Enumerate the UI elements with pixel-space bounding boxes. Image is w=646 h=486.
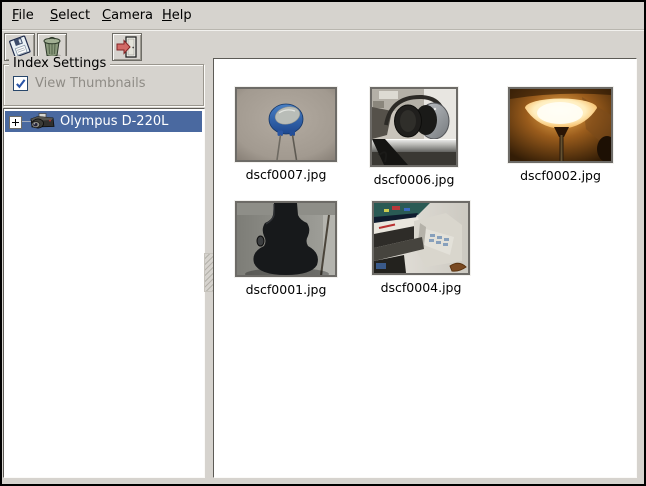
- menubar: File Select Camera Help: [2, 2, 644, 30]
- checkmark-icon: [15, 78, 26, 89]
- thumbnail-image-dscf0001[interactable]: [235, 201, 337, 277]
- view-thumbnails-checkbox[interactable]: [13, 76, 28, 91]
- thumbnail-item[interactable]: dscf0001.jpg: [235, 201, 337, 297]
- camera-tree[interactable]: Olympus D-220L: [3, 108, 205, 478]
- thumbnail-image-dscf0006[interactable]: [370, 87, 458, 167]
- thumbnail-item[interactable]: dscf0006.jpg: [370, 87, 458, 187]
- thumbnail-image-dscf0002[interactable]: [508, 87, 613, 163]
- view-thumbnails-label: View Thumbnails: [35, 76, 146, 91]
- view-thumbnails-option[interactable]: View Thumbnails: [13, 76, 146, 91]
- thumbnail-panel[interactable]: dscf0007.jpg: [213, 58, 637, 478]
- camera-tree-label: Olympus D-220L: [60, 111, 168, 132]
- menu-camera[interactable]: Camera: [97, 5, 158, 27]
- thumbnail-item[interactable]: dscf0004.jpg: [372, 201, 470, 295]
- thumbnail-filename: dscf0006.jpg: [374, 172, 455, 187]
- tree-expander-plus-icon[interactable]: [9, 116, 22, 129]
- thumbnail-item[interactable]: dscf0007.jpg: [235, 87, 337, 182]
- thumbnail-filename: dscf0007.jpg: [246, 167, 327, 182]
- application-window: File Select Camera Help: [0, 0, 646, 486]
- camera-tree-row-olympus[interactable]: Olympus D-220L: [5, 111, 202, 132]
- menu-help[interactable]: Help: [157, 5, 197, 27]
- exit-button[interactable]: [112, 33, 142, 61]
- index-settings-frame: Index Settings View Thumbnails: [3, 64, 204, 106]
- thumbnail-filename: dscf0002.jpg: [520, 168, 601, 183]
- exit-door-icon: [115, 35, 139, 59]
- thumbnail-item[interactable]: dscf0002.jpg: [508, 87, 613, 183]
- menu-select[interactable]: Select: [45, 5, 95, 27]
- thumbnail-image-dscf0007[interactable]: [235, 87, 337, 162]
- index-settings-title: Index Settings: [9, 56, 110, 72]
- menu-file[interactable]: File: [7, 5, 39, 27]
- camera-icon: [29, 113, 55, 134]
- thumbnail-filename: dscf0001.jpg: [246, 282, 327, 297]
- thumbnail-filename: dscf0004.jpg: [381, 280, 462, 295]
- thumbnail-image-dscf0004[interactable]: [372, 201, 470, 275]
